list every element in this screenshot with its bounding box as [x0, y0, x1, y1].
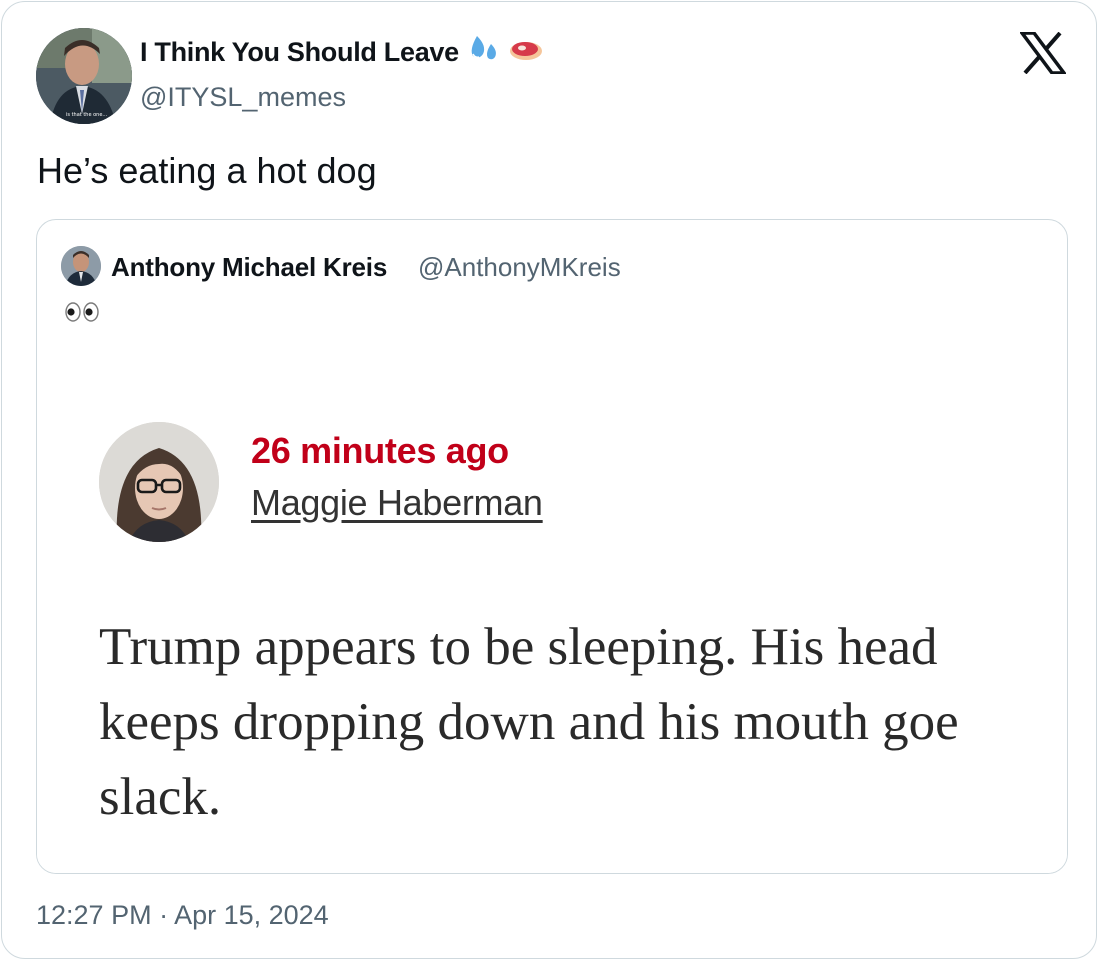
author-name-text[interactable]: I Think You Should Leave	[140, 37, 459, 68]
screenshot-time: 26 minutes ago	[251, 430, 509, 471]
screenshot-author: Maggie Haberman	[251, 482, 543, 523]
tweet-card: is that the one... I Think You Should Le…	[1, 1, 1097, 959]
tweet-text: He’s eating a hot dog	[37, 150, 377, 191]
author-handle[interactable]: @ITYSL_memes	[140, 82, 346, 113]
screenshot-body-line: slack.	[99, 768, 222, 826]
eyes-emoji	[65, 302, 99, 322]
quoted-author-avatar[interactable]	[61, 246, 101, 286]
x-logo-icon[interactable]	[1018, 31, 1068, 75]
author-display-name[interactable]: I Think You Should Leave	[140, 34, 543, 71]
avatar-caption: is that the one...	[66, 112, 108, 118]
quoted-tweet[interactable]: Anthony Michael Kreis @AnthonyMKreis 👀	[36, 219, 1068, 874]
quoted-tweet-text: 👀	[63, 300, 103, 331]
quoted-author-handle[interactable]: @AnthonyMKreis	[418, 252, 621, 283]
quoted-author-name[interactable]: Anthony Michael Kreis	[111, 252, 387, 283]
screenshot-body-line: Trump appears to be sleeping. His head	[99, 618, 938, 676]
screenshot-body: Trump appears to be sleeping. His head k…	[99, 610, 1067, 835]
haberman-photo	[99, 422, 219, 542]
meat-emoji	[509, 37, 543, 68]
author-avatar[interactable]: is that the one...	[36, 28, 132, 124]
quoted-screenshot-image[interactable]: 26 minutes ago Maggie Haberman Trump app…	[37, 350, 1067, 873]
sweat-droplets-emoji	[467, 34, 501, 71]
tweet-timestamp[interactable]: 12:27 PM · Apr 15, 2024	[36, 900, 329, 931]
screenshot-body-line: keeps dropping down and his mouth goe	[99, 693, 959, 751]
